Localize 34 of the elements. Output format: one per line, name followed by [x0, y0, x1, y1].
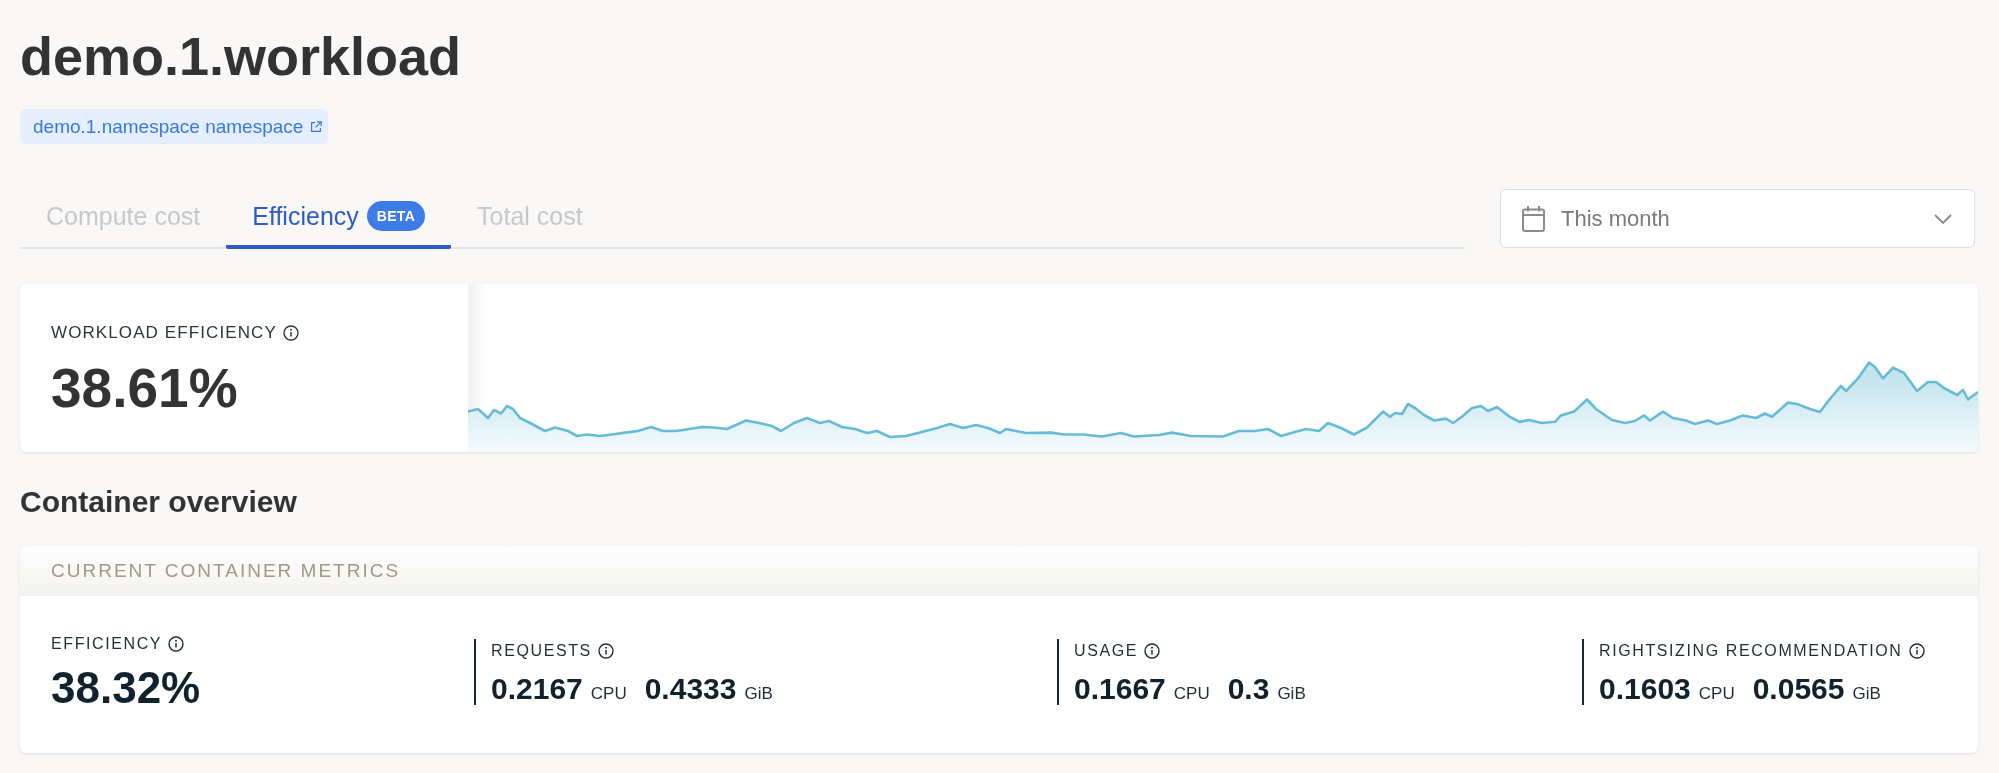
info-icon[interactable]	[282, 325, 299, 341]
metric-label: REQUESTS	[491, 642, 592, 660]
unit-label: CPU	[1698, 684, 1735, 704]
efficiency-label: WORKLOAD EFFICIENCY	[51, 323, 277, 343]
info-icon[interactable]	[168, 636, 185, 652]
unit-label: CPU	[590, 684, 627, 704]
page-title: demo.1.workload	[20, 25, 463, 88]
section-heading: Container overview	[20, 484, 298, 520]
metric-value: 0.2167	[491, 674, 583, 704]
card-title: CURRENT CONTAINER METRICS	[51, 560, 401, 582]
metric-value: 0.1667	[1074, 674, 1166, 704]
metric-label: RIGHTSIZING RECOMMENDATION	[1599, 642, 1903, 660]
tab[interactable]: Efficiency BETA	[226, 183, 452, 249]
info-icon[interactable]	[597, 643, 614, 659]
info-icon[interactable]	[1908, 643, 1925, 659]
metric-label: EFFICIENCY	[51, 635, 163, 653]
external-link-icon	[310, 120, 323, 133]
metric-value: 0.1603	[1599, 674, 1691, 704]
chevron-down-icon	[1934, 213, 1952, 224]
metric-value: 0.3	[1227, 674, 1270, 704]
info-icon[interactable]	[1144, 643, 1160, 659]
metric-value: 0.0565	[1752, 674, 1845, 704]
unit-label: CPU	[1173, 684, 1210, 704]
unit-label: GiB	[744, 684, 773, 704]
metric-value: 0.4333	[644, 674, 737, 704]
namespace-link[interactable]: demo.1.namespace namespace	[20, 109, 329, 144]
beta-badge: BETA	[366, 201, 426, 231]
date-range-select[interactable]: This month	[1500, 189, 1975, 248]
unit-label: GiB	[1852, 684, 1881, 704]
metric-label: USAGE	[1074, 642, 1138, 660]
unit-label: GiB	[1277, 684, 1306, 704]
metric-value: 38.32%	[51, 663, 202, 713]
efficiency-value: 38.61%	[51, 358, 239, 418]
calendar-icon	[1522, 205, 1545, 232]
